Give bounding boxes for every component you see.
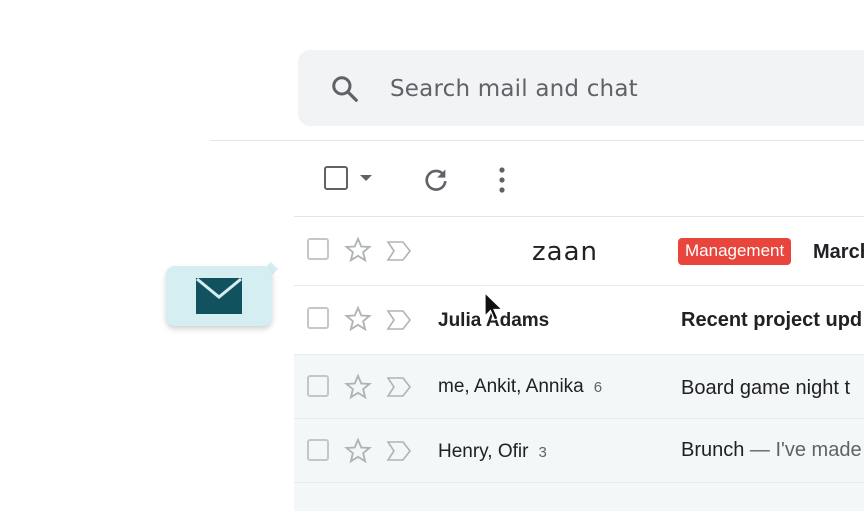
email-row[interactable]: Julia Adams Recent project upd	[294, 286, 868, 355]
chevron-down-icon[interactable]	[359, 173, 373, 183]
email-subject: Recent project upd	[681, 309, 863, 331]
email-snippet: — I've made	[744, 439, 862, 461]
star-icon[interactable]	[344, 437, 372, 465]
email-list: zaan Management March Julia Adams Recent…	[294, 217, 868, 511]
thread-count: 3	[538, 444, 547, 461]
subject-text: Brunch	[681, 439, 745, 461]
email-row[interactable]: me, Ankit, Annika 6 Board game night t	[294, 355, 868, 419]
email-row[interactable]: zaan Management March	[294, 217, 868, 286]
row-checkbox[interactable]	[307, 439, 329, 461]
row-checkbox[interactable]	[307, 307, 329, 329]
mouse-cursor-icon	[484, 292, 504, 321]
email-subject: March	[813, 241, 868, 263]
email-subject: Brunch — I've made	[681, 439, 862, 462]
star-icon[interactable]	[344, 373, 372, 401]
email-row[interactable]	[294, 483, 868, 511]
divider	[210, 140, 868, 141]
star-icon[interactable]	[344, 305, 372, 333]
sender-names: Henry, Ofir	[438, 441, 529, 462]
email-sender: Henry, Ofir 3	[438, 441, 547, 463]
search-input[interactable]: Search mail and chat	[390, 76, 638, 102]
refresh-icon[interactable]	[422, 166, 450, 194]
row-checkbox[interactable]	[307, 375, 329, 397]
edge	[864, 0, 868, 511]
toolbar	[294, 146, 868, 216]
email-sender: me, Ankit, Annika 6	[438, 376, 602, 398]
star-icon[interactable]	[344, 236, 372, 264]
mail-icon	[196, 277, 242, 314]
search-icon[interactable]	[330, 74, 360, 104]
row-checkbox[interactable]	[307, 238, 329, 260]
label-badge[interactable]: Management	[678, 238, 792, 265]
importance-marker-icon[interactable]	[386, 240, 412, 262]
importance-marker-icon[interactable]	[386, 376, 412, 398]
mail-panel: Search mail and chat zaan Management Mar…	[210, 0, 868, 511]
thread-count: 6	[593, 379, 603, 396]
email-row[interactable]: Henry, Ofir 3 Brunch — I've made	[294, 419, 868, 483]
email-subject: Board game night t	[681, 377, 850, 399]
typed-text: zaan	[532, 237, 598, 267]
search-bar[interactable]: Search mail and chat	[298, 50, 868, 126]
importance-marker-icon[interactable]	[386, 440, 412, 462]
select-all-checkbox[interactable]	[324, 166, 348, 190]
importance-marker-icon[interactable]	[386, 309, 412, 331]
more-options-icon[interactable]	[498, 166, 506, 194]
sender-names: me, Ankit, Annika	[438, 376, 584, 397]
mail-badge	[166, 266, 272, 326]
